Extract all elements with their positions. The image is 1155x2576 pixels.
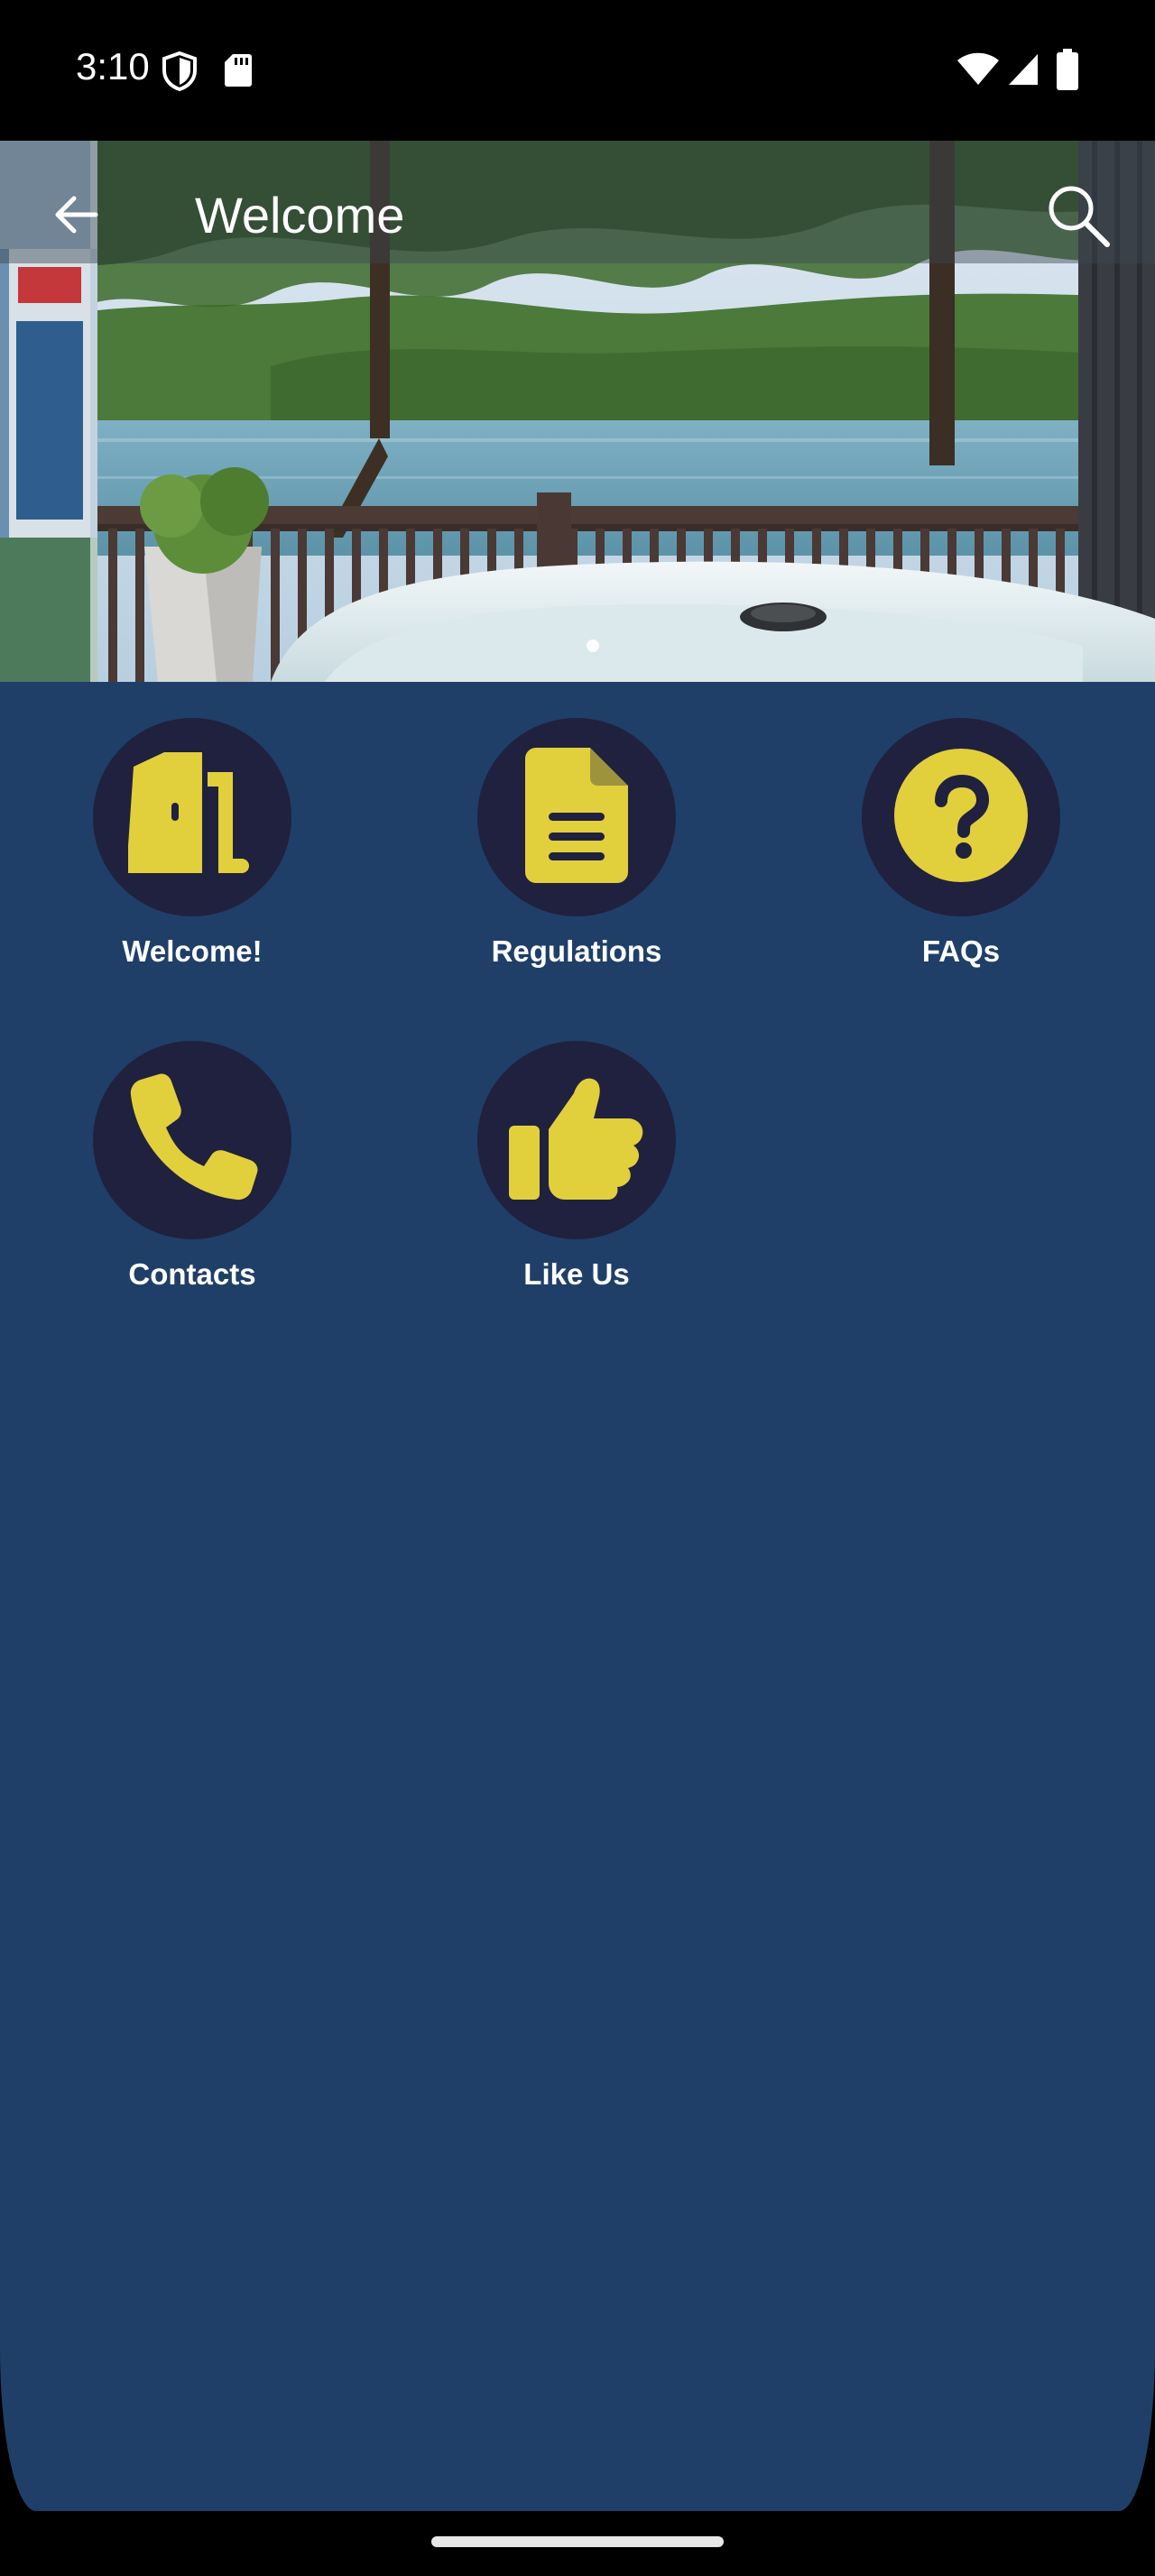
tile-label: Like Us: [523, 1257, 630, 1291]
tile-faqs[interactable]: FAQs: [826, 718, 1096, 1007]
tile-circle: [93, 718, 291, 916]
tile-label: Welcome!: [122, 934, 263, 968]
phone-icon: [125, 1071, 260, 1210]
arrow-back-icon: [51, 189, 101, 244]
tile-regulations[interactable]: Regulations: [441, 718, 712, 1007]
tile-like-us[interactable]: Like Us: [441, 1041, 712, 1329]
app-screen: 3:10 Welcome Welcome! Regulations FAQs C…: [0, 0, 1155, 2576]
sd-card-icon: [224, 52, 253, 93]
thumbs-up-icon: [509, 1077, 644, 1204]
shield-icon: [161, 51, 199, 97]
home-indicator[interactable]: [431, 2536, 724, 2547]
search-icon: [1044, 181, 1113, 254]
tile-label: Regulations: [491, 934, 662, 968]
status-time: 3:10: [76, 45, 150, 87]
battery-icon: [1056, 49, 1079, 95]
tile-label: FAQs: [921, 934, 1001, 968]
question-icon: [894, 748, 1028, 887]
document-icon: [525, 747, 628, 888]
tile-circle: [862, 718, 1060, 916]
signal-icon: [1007, 52, 1040, 91]
tile-circle: [477, 1041, 676, 1239]
wifi-icon: [956, 52, 1000, 91]
app-bar: [0, 141, 1155, 263]
tile-label: Contacts: [128, 1257, 256, 1291]
page-title: Welcome: [195, 187, 405, 244]
tile-contacts[interactable]: Contacts: [57, 1041, 328, 1329]
tile-circle: [93, 1041, 291, 1239]
status-bar: 3:10: [0, 0, 1155, 141]
search-button[interactable]: [1038, 177, 1119, 258]
back-button[interactable]: [40, 180, 112, 253]
tile-circle: [477, 718, 676, 916]
tile-welcome[interactable]: Welcome!: [57, 718, 328, 1007]
tile-grid: Welcome! Regulations FAQs Contacts Like …: [0, 682, 1155, 2511]
carousel-page-indicator[interactable]: [587, 639, 599, 652]
door-icon: [125, 751, 260, 883]
